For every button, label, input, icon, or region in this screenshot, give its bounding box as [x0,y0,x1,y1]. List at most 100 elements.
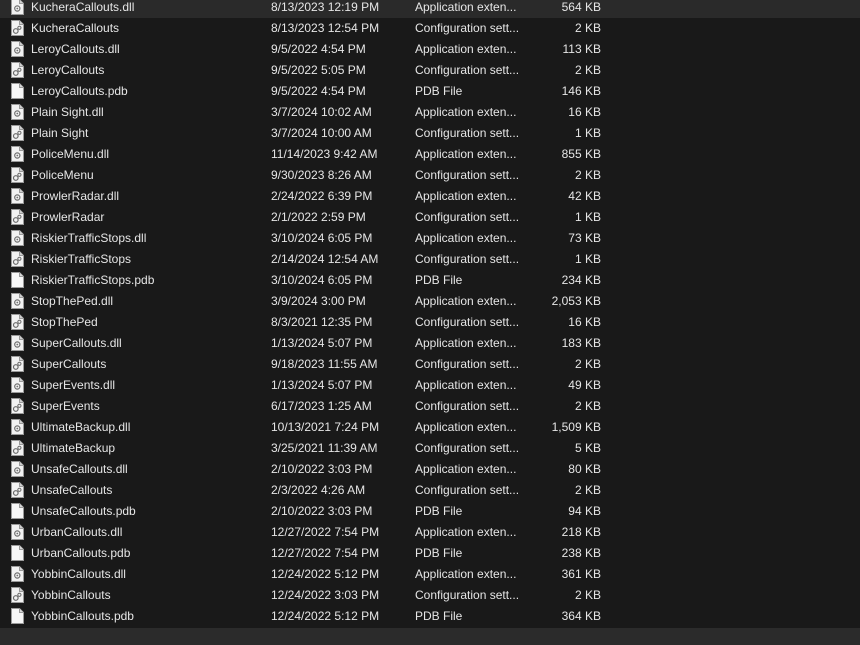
file-size: 361 KB [561,567,601,581]
file-name: PoliceMenu [31,168,94,182]
file-type: Application exten... [415,147,517,161]
file-type: Application exten... [415,42,517,56]
file-row[interactable]: UltimateBackup.dll 10/13/2021 7:24 PM Ap… [0,417,860,438]
file-row[interactable]: StopThePed.dll 3/9/2024 3:00 PM Applicat… [0,291,860,312]
file-name: YobbinCallouts.pdb [31,609,134,623]
file-row[interactable]: Plain Sight.dll 3/7/2024 10:02 AM Applic… [0,102,860,123]
file-row[interactable]: KucheraCallouts.dll 8/13/2023 12:19 PM A… [0,0,860,18]
file-type: PDB File [415,84,463,98]
file-name: SuperCallouts.dll [31,336,122,350]
file-type: PDB File [415,546,463,560]
dll-file-icon [11,41,24,57]
file-date-modified: 9/5/2022 4:54 PM [271,84,366,98]
file-type: Application exten... [415,0,517,14]
file-size: 2,053 KB [551,294,601,308]
config-file-icon [11,125,24,141]
file-row[interactable]: UrbanCallouts.pdb 12/27/2022 7:54 PM PDB… [0,543,860,564]
file-row[interactable]: YobbinCallouts.dll 12/24/2022 5:12 PM Ap… [0,564,860,585]
dll-file-icon [11,524,24,540]
file-row[interactable]: LeroyCallouts.pdb 9/5/2022 4:54 PM PDB F… [0,81,860,102]
file-row[interactable]: UnsafeCallouts.dll 2/10/2022 3:03 PM App… [0,459,860,480]
file-type: Configuration sett... [415,126,520,140]
file-row[interactable]: UnsafeCallouts.pdb 2/10/2022 3:03 PM PDB… [0,501,860,522]
file-date-modified: 6/17/2023 1:25 AM [271,399,372,413]
file-row[interactable]: StopThePed 8/3/2021 12:35 PM Configurati… [0,312,860,333]
file-date-modified: 9/5/2022 4:54 PM [271,42,366,56]
file-row[interactable]: PoliceMenu 9/30/2023 8:26 AM Configurati… [0,165,860,186]
file-row[interactable]: SuperEvents.dll 1/13/2024 5:07 PM Applic… [0,375,860,396]
file-row[interactable]: ProwlerRadar 2/1/2022 2:59 PM Configurat… [0,207,860,228]
file-size: 2 KB [574,357,601,371]
file-type: Configuration sett... [415,357,520,371]
file-date-modified: 2/1/2022 2:59 PM [271,210,366,224]
file-name: UnsafeCallouts [31,483,113,497]
file-type: PDB File [415,273,463,287]
file-row[interactable]: Plain Sight 3/7/2024 10:00 AM Configurat… [0,123,860,144]
file-row[interactable]: KucheraCallouts 8/13/2023 12:54 PM Confi… [0,18,860,39]
dll-file-icon [11,461,24,477]
file-size: 94 KB [568,504,601,518]
config-file-icon [11,314,24,330]
file-row[interactable]: LeroyCallouts.dll 9/5/2022 4:54 PM Appli… [0,39,860,60]
horizontal-scrollbar[interactable] [0,628,860,645]
file-size: 113 KB [562,42,601,56]
file-name: PoliceMenu.dll [31,147,110,161]
file-row[interactable]: LeroyCallouts 9/5/2022 5:05 PM Configura… [0,60,860,81]
file-type: Application exten... [415,336,517,350]
file-type: Application exten... [415,462,517,476]
file-size: 2 KB [574,63,601,77]
file-date-modified: 2/14/2024 12:54 AM [271,252,379,266]
file-size: 183 KB [561,336,601,350]
config-file-icon [11,209,24,225]
file-date-modified: 12/24/2022 5:12 PM [271,609,380,623]
file-row[interactable]: SuperEvents 6/17/2023 1:25 AM Configurat… [0,396,860,417]
file-size: 1 KB [574,252,601,266]
file-row[interactable]: RiskierTrafficStops.dll 3/10/2024 6:05 P… [0,228,860,249]
file-row[interactable]: YobbinCallouts 12/24/2022 3:03 PM Config… [0,585,860,606]
file-date-modified: 3/9/2024 3:00 PM [271,294,366,308]
file-date-modified: 8/3/2021 12:35 PM [271,315,373,329]
file-row[interactable]: RiskierTrafficStops.pdb 3/10/2024 6:05 P… [0,270,860,291]
file-row[interactable]: SuperCallouts 9/18/2023 11:55 AM Configu… [0,354,860,375]
file-row[interactable]: YobbinCallouts.pdb 12/24/2022 5:12 PM PD… [0,606,860,627]
file-name: UnsafeCallouts.dll [31,462,128,476]
file-row[interactable]: UltimateBackup 3/25/2021 11:39 AM Config… [0,438,860,459]
file-row[interactable]: ProwlerRadar.dll 2/24/2022 6:39 PM Appli… [0,186,860,207]
file-date-modified: 9/18/2023 11:55 AM [271,357,378,371]
pdb-file-icon [11,83,24,99]
file-row[interactable]: RiskierTrafficStops 2/14/2024 12:54 AM C… [0,249,860,270]
file-type: PDB File [415,504,463,518]
file-name: YobbinCallouts [31,588,111,602]
file-size: 1,509 KB [551,420,601,434]
file-date-modified: 2/3/2022 4:26 AM [271,483,366,497]
file-type: Application exten... [415,231,517,245]
pdb-file-icon [11,503,24,519]
file-type: Configuration sett... [415,588,520,602]
dll-file-icon [11,104,24,120]
file-name: UltimateBackup [31,441,116,455]
file-name: KucheraCallouts [31,21,120,35]
file-row[interactable]: PoliceMenu.dll 11/14/2023 9:42 AM Applic… [0,144,860,165]
file-size: 49 KB [568,378,601,392]
config-file-icon [11,440,24,456]
file-name: Plain Sight [31,126,89,140]
file-date-modified: 3/7/2024 10:02 AM [271,105,372,119]
file-size: 146 KB [561,84,601,98]
config-file-icon [11,482,24,498]
dll-file-icon [11,566,24,582]
file-size: 238 KB [561,546,601,560]
file-size: 80 KB [568,462,601,476]
config-file-icon [11,167,24,183]
file-size: 73 KB [568,231,601,245]
file-row[interactable]: UrbanCallouts.dll 12/27/2022 7:54 PM App… [0,522,860,543]
file-date-modified: 3/25/2021 11:39 AM [271,441,378,455]
file-size: 2 KB [574,21,601,35]
file-row[interactable]: SuperCallouts.dll 1/13/2024 5:07 PM Appl… [0,333,860,354]
pdb-file-icon [11,272,24,288]
config-file-icon [11,251,24,267]
file-type: Application exten... [415,294,517,308]
pdb-file-icon [11,545,24,561]
file-name: StopThePed.dll [31,294,114,308]
file-size: 234 KB [561,273,601,287]
file-row[interactable]: UnsafeCallouts 2/3/2022 4:26 AM Configur… [0,480,860,501]
